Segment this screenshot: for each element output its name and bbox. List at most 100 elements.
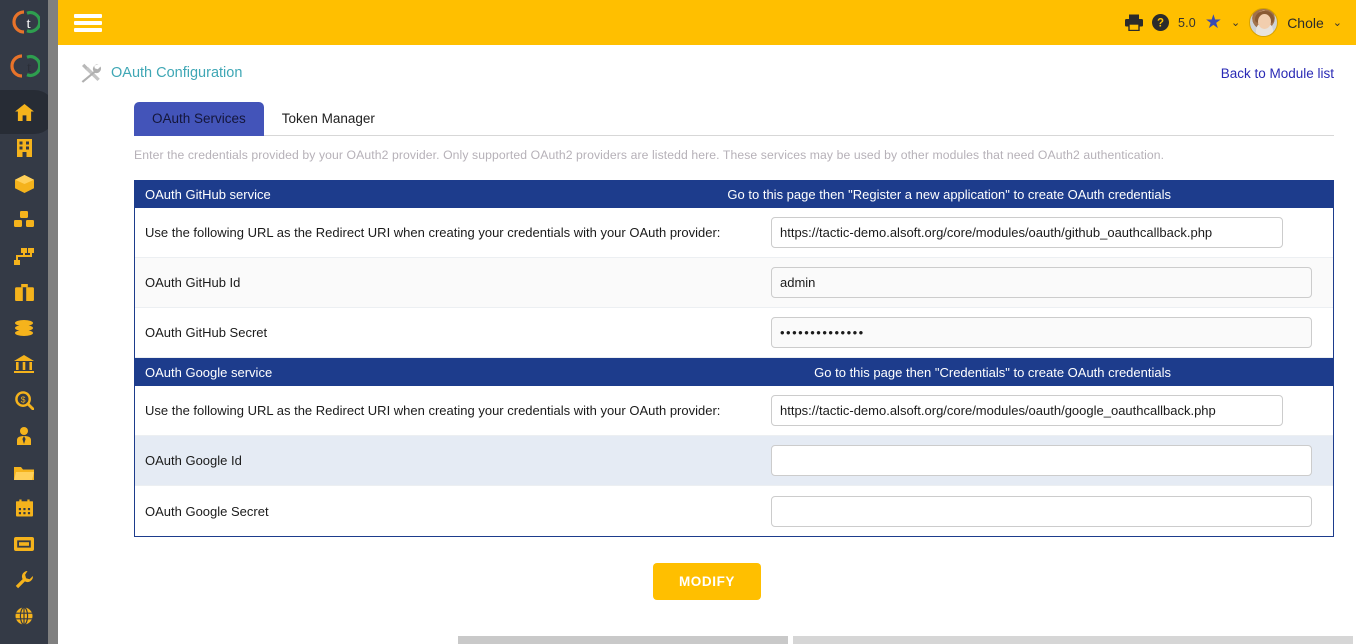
row-label: Use the following URL as the Redirect UR…: [145, 403, 721, 418]
sidebar-item-accounting[interactable]: [0, 346, 48, 382]
note-prefix: Go to: [727, 186, 760, 202]
section-header-google: OAuth Google service Go to this page the…: [135, 358, 1333, 386]
home-icon: [14, 103, 34, 121]
sidebar-item-agenda[interactable]: [0, 490, 48, 526]
github-secret-input[interactable]: [771, 317, 1312, 348]
scrollbar-thumb-right[interactable]: [793, 636, 1353, 644]
row-field: [769, 495, 1333, 527]
bank-icon: [14, 355, 34, 373]
row-field: [769, 217, 1333, 248]
row-field: [769, 267, 1333, 298]
row-label: Use the following URL as the Redirect UR…: [145, 225, 721, 240]
main-area: ? 5.0 ★ ⌄ Chole ⌄ OAuth Configuration Ba…: [58, 0, 1356, 644]
bookmark-chevron-down-icon[interactable]: ⌄: [1231, 16, 1240, 29]
sidebar-item-home[interactable]: [0, 90, 56, 134]
avatar[interactable]: [1249, 8, 1279, 37]
building-icon: [16, 139, 32, 157]
page-content: OAuth Configuration Back to Module list …: [58, 45, 1356, 644]
sidebar-item-reports[interactable]: $: [0, 382, 48, 418]
sidebar-item-projects[interactable]: [0, 238, 48, 274]
form-actions: MODIFY: [58, 563, 1356, 600]
cubes-icon: [14, 211, 34, 227]
sidebar-item-commercial[interactable]: [0, 274, 48, 310]
briefcase-icon: [14, 283, 34, 301]
oauth-services-table: OAuth GitHub service Go to this page the…: [134, 180, 1334, 537]
coins-icon: [15, 320, 33, 336]
table-row: OAuth GitHub Id: [135, 258, 1333, 308]
section-title-google: OAuth Google service: [145, 364, 273, 380]
user-chevron-down-icon[interactable]: ⌄: [1333, 16, 1342, 29]
row-label: OAuth Google Id: [145, 453, 242, 468]
row-field: [769, 445, 1333, 476]
sidebar-item-company[interactable]: [0, 130, 48, 166]
row-field: [769, 395, 1333, 426]
google-secret-input[interactable]: [771, 495, 1312, 527]
wrench-icon: [15, 571, 33, 589]
note-suffix: then "Register a new application" to cre…: [819, 186, 1171, 202]
modify-button[interactable]: MODIFY: [652, 563, 762, 600]
top-bar: ? 5.0 ★ ⌄ Chole ⌄: [58, 0, 1356, 45]
sidebar-item-ticket[interactable]: [0, 526, 48, 562]
folder-icon: [14, 466, 34, 480]
note-prefix: Go to: [814, 364, 846, 380]
note-link-github[interactable]: this page: [763, 187, 816, 202]
user-name-label[interactable]: Chole: [1287, 15, 1324, 31]
sidebar-item-stock[interactable]: [0, 202, 48, 238]
sidebar-item-products[interactable]: [0, 166, 48, 202]
row-field: [769, 317, 1333, 348]
tools-icon: [80, 63, 101, 83]
svg-text:?: ?: [1157, 18, 1164, 30]
sidebar-item-hrm[interactable]: [0, 418, 48, 454]
note-suffix: then "Credentials" to create OAuth crede…: [905, 364, 1171, 380]
tab-oauth-services[interactable]: OAuth Services: [134, 102, 264, 136]
svg-text:t: t: [27, 60, 32, 76]
table-row: OAuth Google Id: [135, 436, 1333, 486]
github-id-input[interactable]: [771, 267, 1312, 298]
sidebar-item-tools[interactable]: [0, 562, 48, 598]
row-label: OAuth GitHub Id: [145, 275, 241, 290]
section-note-google: Go to this page then "Credentials" to cr…: [814, 365, 1323, 380]
section-title-github: OAuth GitHub service: [145, 186, 271, 202]
tab-bar: OAuth Services Token Manager: [58, 83, 1356, 136]
github-redirect-uri-input[interactable]: [771, 217, 1283, 248]
row-label: OAuth Google Secret: [145, 503, 269, 519]
question-circle-icon[interactable]: ?: [1151, 14, 1169, 31]
app-logo-primary[interactable]: t: [0, 0, 48, 44]
app-logo-secondary[interactable]: t: [0, 44, 48, 88]
calendar-icon: [15, 499, 33, 517]
table-row: Use the following URL as the Redirect UR…: [135, 208, 1333, 258]
table-row: OAuth GitHub Secret: [135, 308, 1333, 358]
section-note-github: Go to this page then "Register a new app…: [727, 187, 1323, 202]
tab-token-manager[interactable]: Token Manager: [264, 102, 393, 136]
note-link-google[interactable]: this page: [850, 365, 903, 380]
box-icon: [14, 175, 34, 193]
intro-text: Enter the credentials provided by your O…: [134, 148, 1165, 162]
top-bar-right: ? 5.0 ★ ⌄ Chole ⌄: [1124, 8, 1342, 37]
google-id-input[interactable]: [771, 445, 1312, 476]
sidebar-item-billing[interactable]: [0, 310, 48, 346]
ticket-icon: [14, 537, 34, 551]
table-row: OAuth Google Secret: [135, 486, 1333, 536]
sidebar-vertical-scrollbar[interactable]: [48, 0, 58, 644]
scrollbar-thumb[interactable]: [48, 0, 58, 570]
globe-icon: [15, 607, 33, 625]
tactic-logo-icon: t: [12, 10, 40, 34]
table-row: Use the following URL as the Redirect UR…: [135, 386, 1333, 436]
search-dollar-icon: $: [14, 390, 34, 410]
tactic-logo-dark-icon: t: [10, 54, 40, 78]
page-title: OAuth Configuration: [111, 65, 243, 81]
page-header: OAuth Configuration Back to Module list: [58, 45, 1356, 83]
sidebar-item-documents[interactable]: [0, 454, 48, 490]
back-to-module-list-link[interactable]: Back to Module list: [1221, 66, 1334, 81]
section-header-github: OAuth GitHub service Go to this page the…: [135, 180, 1333, 208]
google-redirect-uri-input[interactable]: [771, 395, 1283, 426]
svg-text:$: $: [20, 394, 25, 404]
printer-icon[interactable]: [1124, 14, 1143, 31]
scrollbar-thumb-left[interactable]: [458, 636, 788, 644]
row-label: OAuth GitHub Secret: [145, 325, 268, 340]
star-icon[interactable]: ★: [1205, 13, 1222, 32]
hamburger-icon[interactable]: [74, 11, 102, 35]
left-sidebar: t t $: [0, 0, 58, 644]
horizontal-scrollbar[interactable]: [58, 636, 1356, 644]
sidebar-item-website[interactable]: [0, 598, 48, 634]
